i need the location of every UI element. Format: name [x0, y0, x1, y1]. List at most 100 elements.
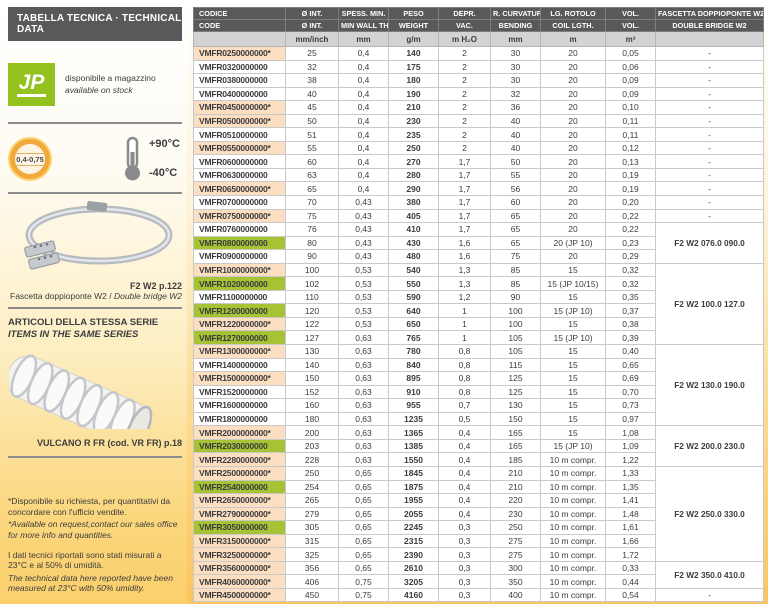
value-cell: 90: [286, 250, 339, 264]
header-row: mm/inchmmg/mm H₂Ommmm³: [194, 32, 764, 47]
value-cell: 0,4: [339, 60, 389, 74]
value-cell: 220: [491, 494, 541, 508]
value-cell: 0,65: [339, 507, 389, 521]
value-cell: 230: [389, 114, 439, 128]
value-cell: 0,4: [439, 480, 491, 494]
pressure-badge-value: 0,4-0,75: [16, 153, 44, 166]
value-cell: 0,4: [439, 439, 491, 453]
value-cell: 40: [286, 87, 339, 101]
value-cell: 30: [491, 60, 541, 74]
value-cell: 0,4: [339, 168, 389, 182]
value-cell: 102: [286, 277, 339, 291]
value-cell: 36: [491, 101, 541, 115]
value-cell: 1,41: [606, 494, 656, 508]
value-cell: 0,11: [606, 114, 656, 128]
value-cell: 0,73: [606, 399, 656, 413]
value-cell: 0,8: [439, 358, 491, 372]
clamp-group-cell: F2 W2 076.0 090.0: [656, 223, 764, 264]
column-unit: m H₂O: [439, 32, 491, 47]
value-cell: 0,65: [339, 494, 389, 508]
value-cell: 65: [491, 236, 541, 250]
value-cell: 175: [389, 60, 439, 74]
value-cell: 765: [389, 331, 439, 345]
value-cell: 0,63: [339, 345, 389, 359]
column-header: LG. ROTOLO: [541, 8, 606, 20]
value-cell: 0,63: [339, 439, 389, 453]
value-cell: 1,66: [606, 534, 656, 548]
value-cell: 180: [286, 412, 339, 426]
value-cell: 0,3: [439, 521, 491, 535]
value-cell: 0,22: [606, 223, 656, 237]
value-cell: 1385: [389, 439, 439, 453]
sidebar: TABELLA TECNICA · TECHNICAL DATA JP disp…: [0, 0, 187, 604]
value-cell: 1: [439, 304, 491, 318]
value-cell: 0,43: [339, 236, 389, 250]
value-cell: 10 m compr.: [541, 507, 606, 521]
value-cell: 0,23: [606, 236, 656, 250]
column-unit: m³: [606, 32, 656, 47]
value-cell: 40: [491, 128, 541, 142]
value-cell: 0,4: [339, 128, 389, 142]
value-cell: 1,7: [439, 182, 491, 196]
value-cell: 0,63: [339, 358, 389, 372]
code-cell: VMFR0700000000: [194, 196, 286, 210]
value-cell: 20: [541, 209, 606, 223]
value-cell: 152: [286, 385, 339, 399]
value-cell: 10 m compr.: [541, 521, 606, 535]
value-cell: 60: [491, 196, 541, 210]
value-cell: 210: [389, 101, 439, 115]
value-cell: 100: [491, 317, 541, 331]
value-cell: 125: [491, 372, 541, 386]
code-cell: VMFR2500000000*: [194, 466, 286, 480]
code-cell: VMFR3560000000*: [194, 561, 286, 575]
value-cell: 38: [286, 74, 339, 88]
value-cell: 0,4: [339, 155, 389, 169]
value-cell: 300: [491, 561, 541, 575]
value-cell: 1,7: [439, 155, 491, 169]
value-cell: 2610: [389, 561, 439, 575]
hose-image: [9, 349, 181, 429]
value-cell: 0,75: [339, 575, 389, 589]
table-row: VMFR0450000000*450,4210236200,10-: [194, 101, 764, 115]
divider: [8, 307, 182, 309]
value-cell: 75: [491, 250, 541, 264]
value-cell: 275: [491, 548, 541, 562]
value-cell: 0,37: [606, 304, 656, 318]
column-header: VAC.: [439, 20, 491, 32]
value-cell: 650: [389, 317, 439, 331]
value-cell: 0,63: [339, 385, 389, 399]
value-cell: 315: [286, 534, 339, 548]
value-cell: 2390: [389, 548, 439, 562]
value-cell: 0,65: [339, 521, 389, 535]
clamp-cell: -: [656, 155, 764, 169]
column-unit: [656, 32, 764, 47]
value-cell: 0,54: [606, 588, 656, 602]
value-cell: 0,65: [339, 561, 389, 575]
value-cell: 90: [491, 290, 541, 304]
value-cell: 20: [541, 101, 606, 115]
value-cell: 15: [541, 263, 606, 277]
code-cell: VMFR0650000000*: [194, 182, 286, 196]
value-cell: 0,40: [606, 345, 656, 359]
value-cell: 80: [286, 236, 339, 250]
value-cell: 0,43: [339, 196, 389, 210]
clamp-caption: Fascetta doppioponte W2 / Double bridge …: [8, 291, 182, 301]
value-cell: 410: [389, 223, 439, 237]
value-cell: 160: [286, 399, 339, 413]
value-cell: 0,43: [339, 209, 389, 223]
clamp-ref: F2 W2 p.122: [8, 281, 182, 291]
value-cell: 0,3: [439, 534, 491, 548]
value-cell: 0,8: [439, 372, 491, 386]
value-cell: 0,75: [339, 588, 389, 602]
value-cell: 0,4: [339, 47, 389, 61]
value-cell: 0,63: [339, 453, 389, 467]
note-available-it: *Disponibile su richiesta, per quantitat…: [8, 496, 182, 517]
value-cell: 1,33: [606, 466, 656, 480]
column-header: PESO: [389, 8, 439, 20]
code-cell: VMFR1520000000: [194, 385, 286, 399]
value-cell: 50: [491, 155, 541, 169]
clamp-cell: -: [656, 209, 764, 223]
value-cell: 100: [286, 263, 339, 277]
value-cell: 0,19: [606, 168, 656, 182]
value-cell: 1550: [389, 453, 439, 467]
